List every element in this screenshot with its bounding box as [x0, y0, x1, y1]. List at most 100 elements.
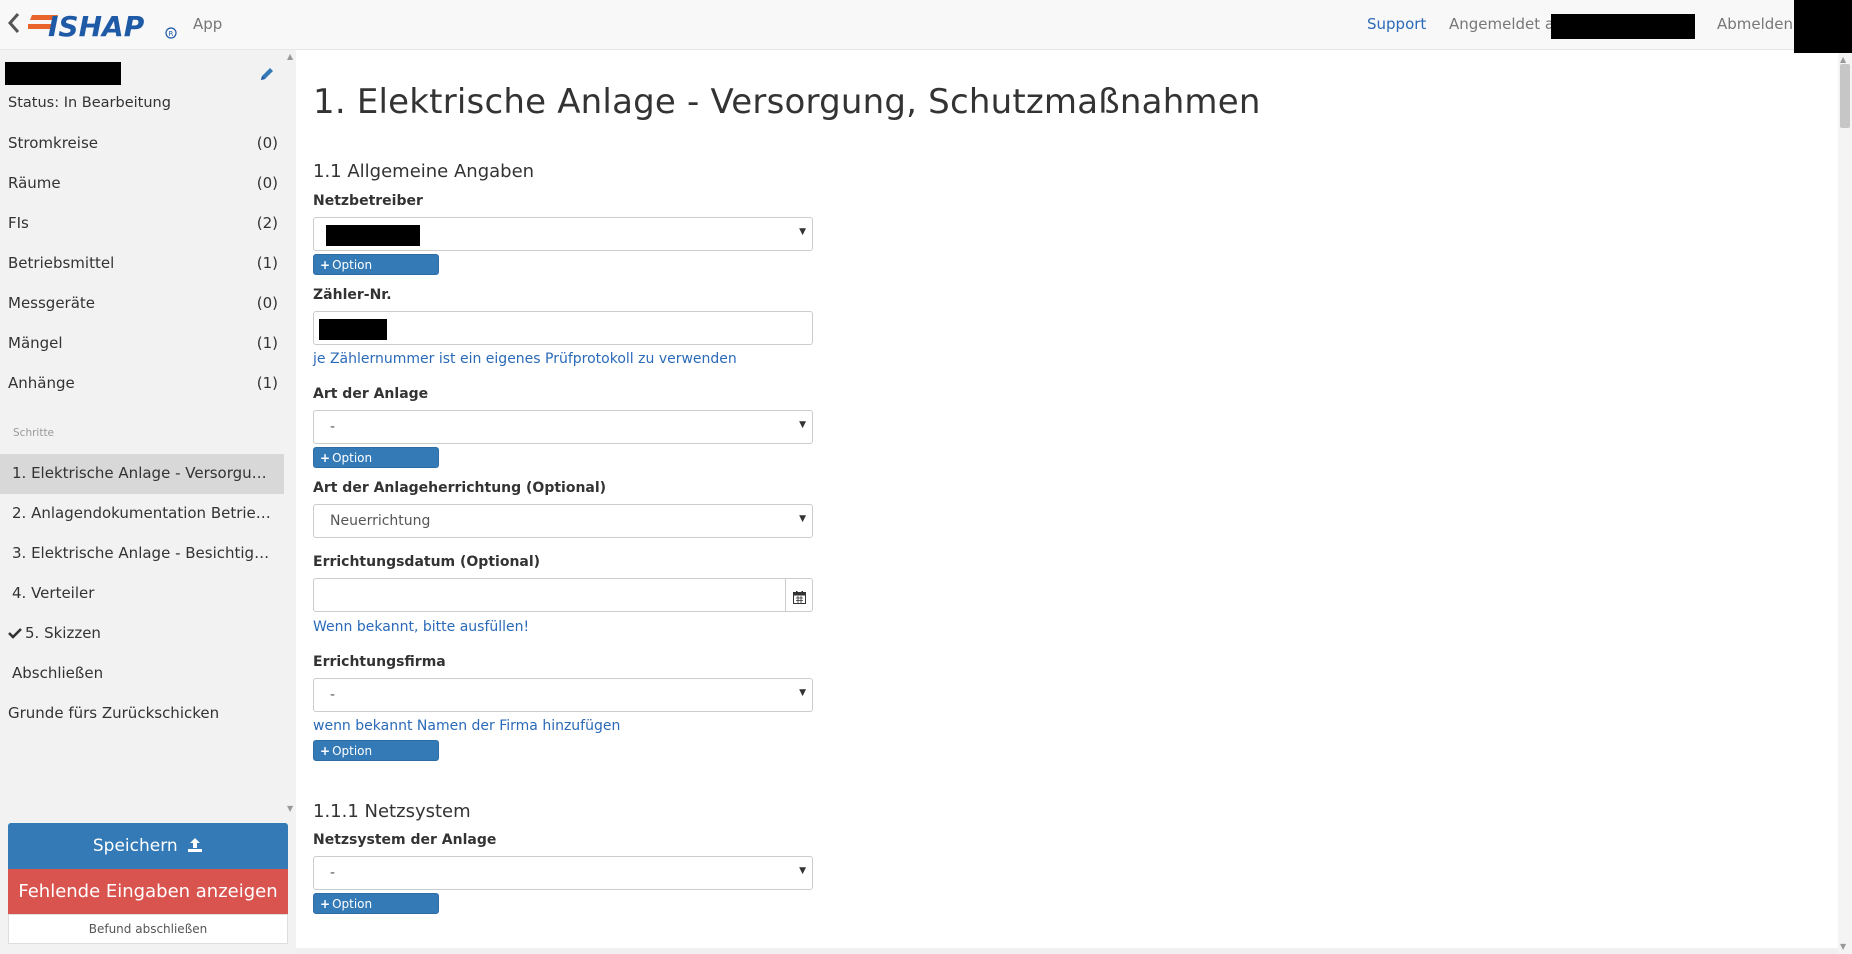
select-value: Neuerrichtung: [330, 513, 431, 529]
firma-select[interactable]: - ▼: [313, 678, 813, 712]
step-5[interactable]: 5. Skizzen: [0, 614, 284, 654]
step-3[interactable]: 3. Elektrische Anlage - Besichtigung und…: [0, 534, 284, 574]
add-option-label: Option hinzufügen: [320, 897, 387, 931]
plus-icon: +: [320, 897, 331, 911]
select-value: -: [330, 865, 336, 881]
corner-redacted: [1794, 0, 1852, 53]
zaehler-input[interactable]: [313, 311, 813, 345]
art-anlage-select[interactable]: - ▼: [313, 410, 813, 444]
steps-header: Schritte: [13, 427, 55, 439]
sidebar-scrollbar[interactable]: [284, 50, 296, 815]
firma-help: wenn bekannt Namen der Firma hinzufügen: [313, 718, 621, 734]
step-1[interactable]: 1. Elektrische Anlage - Versorgung, Schu…: [0, 454, 284, 494]
art-errichtung-select[interactable]: Neuerrichtung ▼: [313, 504, 813, 538]
svg-text:ISHAP: ISHAP: [48, 10, 145, 41]
top-navbar: ISHAP R App Support Angemeldet als Abmel…: [0, 0, 1852, 53]
sidebar-item-messgeraete[interactable]: Messgeräte (0): [0, 286, 284, 322]
sidebar-item-label: Messgeräte: [8, 294, 96, 312]
date-picker-button[interactable]: [785, 578, 813, 612]
scroll-up-icon[interactable]: ▲: [287, 52, 293, 61]
sidebar-item-count: (1): [256, 254, 278, 272]
datum-help: Wenn bekannt, bitte ausfüllen!: [313, 619, 530, 635]
scroll-down-icon[interactable]: ▼: [1840, 942, 1846, 951]
add-option-button[interactable]: + Option hinzufügen: [313, 740, 439, 778]
sidebar-item-count: (1): [256, 334, 278, 352]
main-content: [296, 50, 1838, 950]
plus-icon: +: [320, 258, 331, 272]
netzbetreiber-value-redacted: [326, 225, 420, 246]
scroll-down-icon[interactable]: ▼: [287, 804, 293, 813]
calendar-icon: [793, 589, 806, 604]
step-abschliessen[interactable]: Abschließen: [0, 654, 284, 694]
plus-icon: +: [320, 744, 331, 758]
main-scrollbar[interactable]: [1838, 53, 1852, 954]
sidebar-item-label: Anhänge: [8, 374, 75, 392]
section-netz-heading: 1.1.1 Netzsystem: [313, 801, 471, 822]
add-option-label: Option hinzufügen: [320, 744, 387, 778]
step-4[interactable]: 4. Verteiler: [0, 574, 284, 614]
sidebar-item-label: Mängel: [8, 334, 63, 352]
sidebar-item-count: (0): [256, 174, 278, 192]
sidebar-item-count: (1): [256, 374, 278, 392]
sidebar-item-label: FIs: [8, 214, 29, 232]
sidebar-item-fis[interactable]: FIs (2): [0, 206, 284, 242]
add-option-button[interactable]: + Option hinzufügen: [313, 893, 439, 931]
step-2[interactable]: 2. Anlagendokumentation Betriebsmittel: [0, 494, 284, 534]
check-icon: [8, 625, 22, 639]
caret-down-icon: ▼: [799, 227, 806, 237]
netzbetreiber-select[interactable]: ▼: [313, 217, 813, 251]
zaehler-help: je Zählernummer ist ein eigenes Prüfprot…: [313, 351, 737, 367]
section-general-heading: 1.1 Allgemeine Angaben: [313, 161, 535, 182]
firma-label: Errichtungsfirma: [313, 654, 446, 670]
plus-icon: +: [320, 451, 331, 465]
username-redacted: [1551, 14, 1695, 39]
finish-report-button[interactable]: Befund abschließen: [8, 914, 288, 944]
save-button[interactable]: Speichern: [8, 823, 288, 869]
app-link[interactable]: App: [193, 15, 222, 33]
zaehler-value-redacted: [319, 319, 387, 340]
sidebar-item-label: Räume: [8, 174, 61, 192]
zaehler-label: Zähler-Nr.: [313, 287, 392, 303]
logout-link[interactable]: Abmelden: [1717, 15, 1793, 33]
sidebar-item-stromkreise[interactable]: Stromkreise (0): [0, 126, 284, 162]
netzsystem-label: Netzsystem der Anlage: [313, 832, 497, 848]
sidebar-item-betriebsmittel[interactable]: Betriebsmittel (1): [0, 246, 284, 282]
sidebar-item-count: (2): [256, 214, 278, 232]
main-scrollbar-thumb[interactable]: [1840, 64, 1850, 128]
netzsystem-select[interactable]: - ▼: [313, 856, 813, 890]
ishap-logo[interactable]: ISHAP R: [26, 9, 180, 43]
add-option-button[interactable]: + Option hinzufügen: [313, 254, 439, 292]
status-text: Status: In Bearbeitung: [8, 95, 171, 111]
support-link[interactable]: Support: [1367, 15, 1426, 33]
report-name-redacted: [5, 62, 121, 85]
caret-down-icon: ▼: [799, 688, 806, 698]
art-errichtung-label: Art der Anlageherrichtung (Optional): [313, 480, 607, 496]
art-anlage-label: Art der Anlage: [313, 386, 429, 402]
sidebar-item-count: (0): [256, 294, 278, 312]
sidebar-item-raeume[interactable]: Räume (0): [0, 166, 284, 202]
show-missing-button[interactable]: Fehlende Eingaben anzeigen: [8, 869, 288, 914]
step-zurueckschicken[interactable]: Grunde fürs Zurückschicken: [0, 694, 284, 734]
sidebar-item-label: Stromkreise: [8, 134, 98, 152]
sidebar-item-label: Betriebsmittel: [8, 254, 115, 272]
logged-in-label: Angemeldet als: [1449, 15, 1567, 33]
step-label: 5. Skizzen: [25, 624, 101, 642]
sidebar-item-count: (0): [256, 134, 278, 152]
upload-icon: [187, 825, 203, 852]
caret-down-icon: ▼: [799, 420, 806, 430]
select-value: -: [330, 419, 336, 435]
add-option-button[interactable]: + Option hinzufügen: [313, 447, 439, 485]
chevron-left-icon[interactable]: [7, 11, 25, 39]
sidebar-item-anhaenge[interactable]: Anhänge (1): [0, 366, 284, 402]
svg-text:R: R: [169, 30, 174, 38]
sidebar-item-maengel[interactable]: Mängel (1): [0, 326, 284, 362]
save-button-label: Speichern: [92, 836, 178, 856]
netzbetreiber-label: Netzbetreiber: [313, 193, 423, 209]
datum-input[interactable]: [313, 578, 787, 612]
horizontal-scroll-track: [296, 948, 1838, 954]
pencil-icon[interactable]: [259, 66, 275, 82]
scroll-up-icon[interactable]: ▲: [1840, 55, 1846, 64]
select-value: -: [330, 687, 336, 703]
caret-down-icon: ▼: [799, 866, 806, 876]
caret-down-icon: ▼: [799, 514, 806, 524]
